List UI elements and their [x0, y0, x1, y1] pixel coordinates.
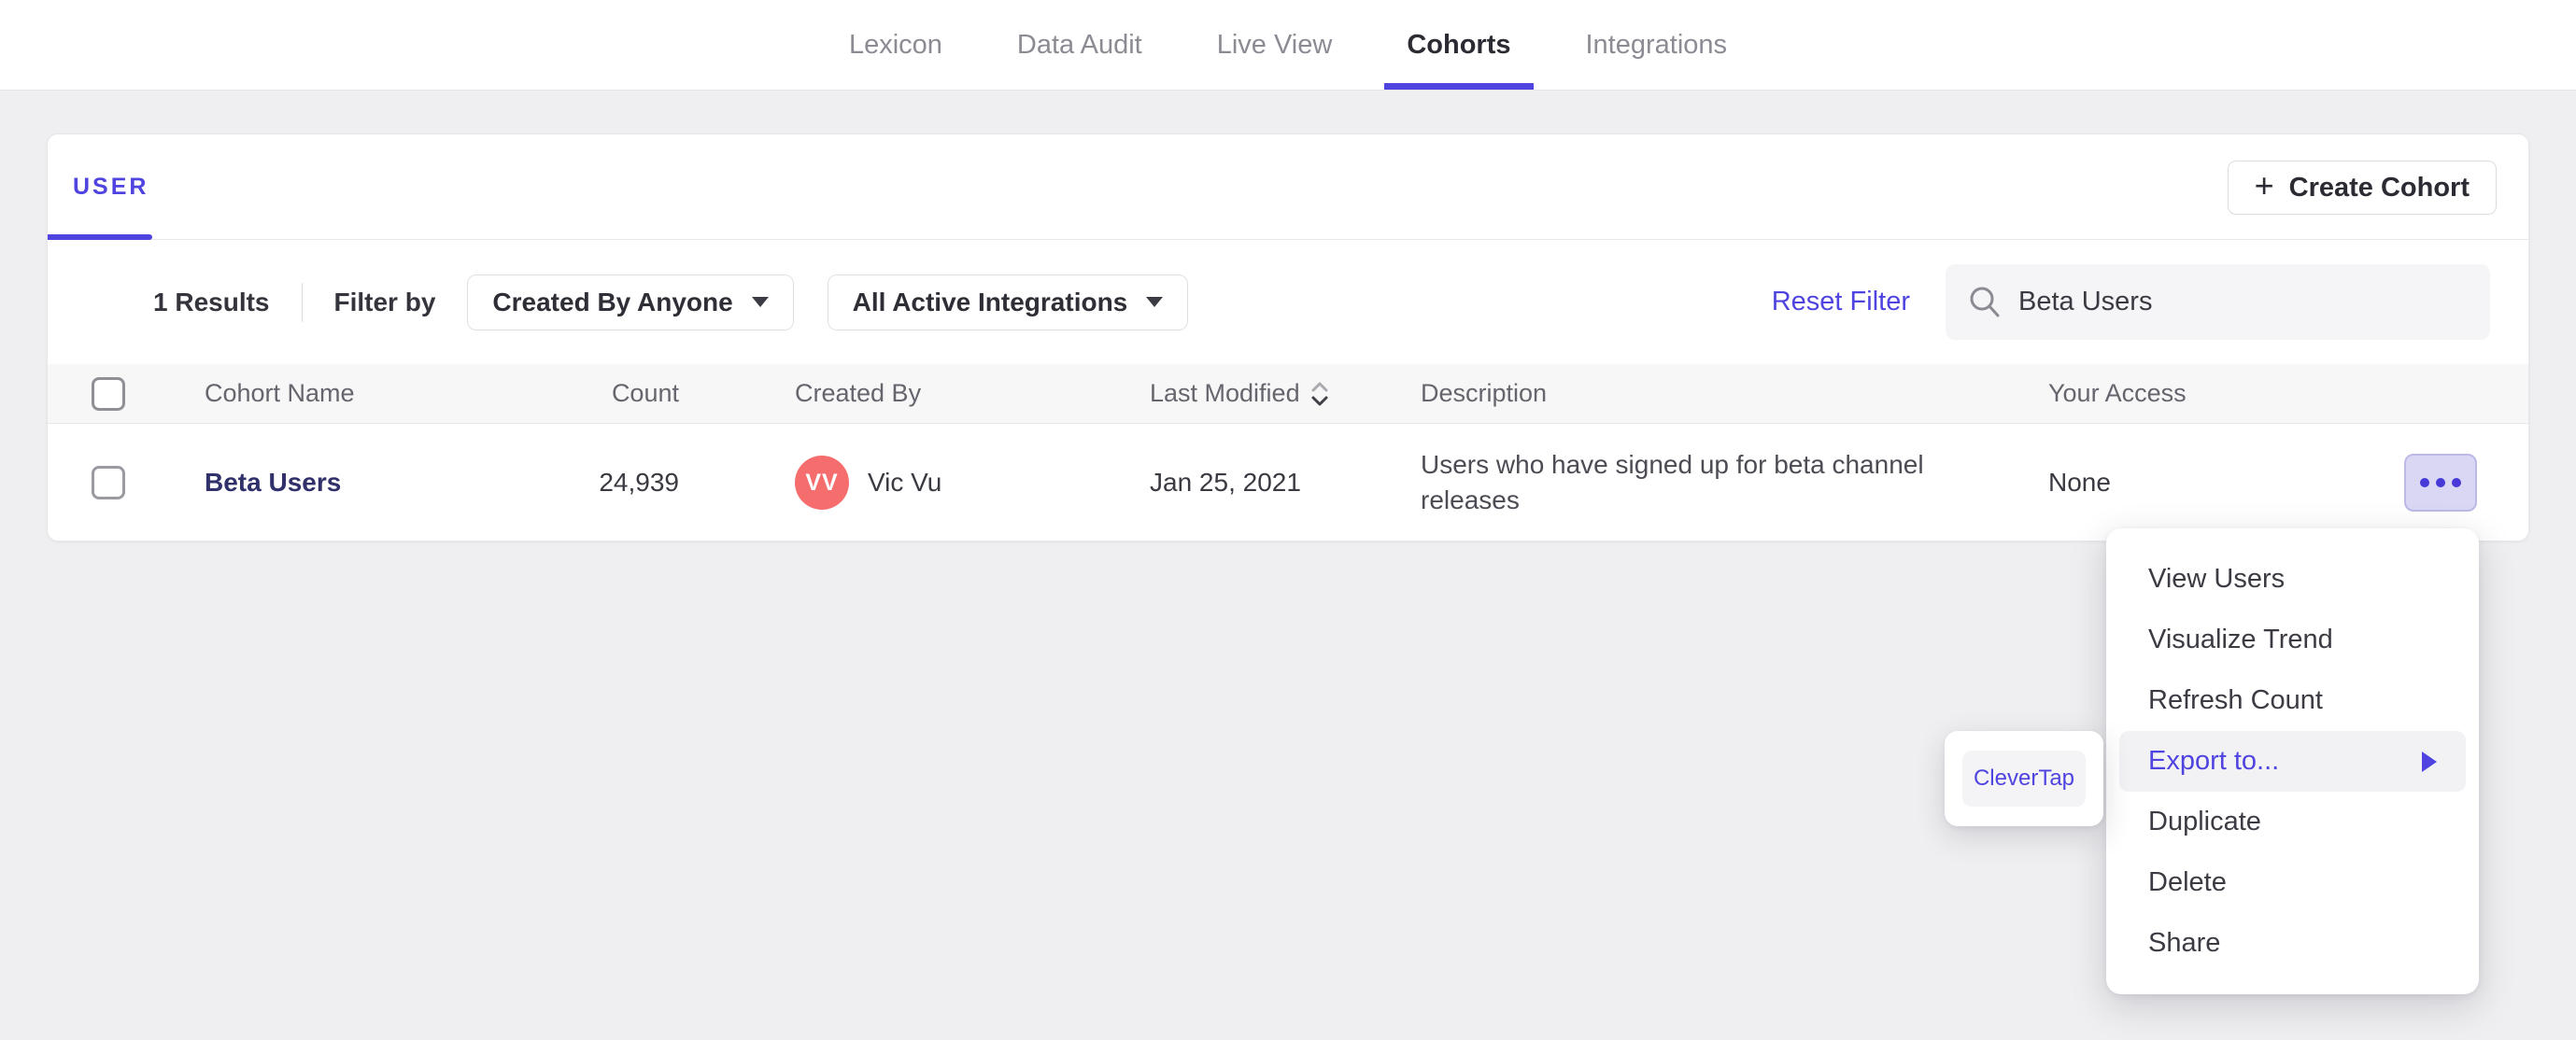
- tab-data-audit[interactable]: Data Audit: [995, 0, 1165, 90]
- cohorts-panel: USER + Create Cohort 1 Results Filter by…: [47, 134, 2529, 541]
- col-header-count: Count: [611, 379, 679, 407]
- menu-item-view-users[interactable]: View Users: [2106, 549, 2479, 610]
- cohort-name-link[interactable]: Beta Users: [205, 468, 341, 497]
- dot-icon: [2452, 478, 2461, 487]
- menu-item-duplicate[interactable]: Duplicate: [2106, 792, 2479, 852]
- col-header-created-by: Created By: [795, 379, 922, 407]
- export-to-label: Export to...: [2148, 746, 2280, 776]
- divider: [301, 282, 303, 322]
- plus-icon: +: [2254, 166, 2274, 204]
- tab-lexicon[interactable]: Lexicon: [827, 0, 965, 90]
- dot-icon: [2436, 478, 2445, 487]
- creator-name: Vic Vu: [868, 468, 942, 497]
- created-by-dropdown[interactable]: Created By Anyone: [467, 274, 794, 330]
- row-actions-menu: View Users Visualize Trend Refresh Count…: [2106, 528, 2479, 994]
- create-cohort-button[interactable]: + Create Cohort: [2227, 161, 2497, 215]
- filter-right-group: Reset Filter: [1772, 264, 2490, 340]
- cohort-description: Users who have signed up for beta channe…: [1421, 450, 1924, 514]
- tab-live-view[interactable]: Live View: [1195, 0, 1355, 90]
- tab-cohorts[interactable]: Cohorts: [1384, 0, 1534, 90]
- created-by-cell: VV Vic Vu: [679, 456, 1150, 510]
- menu-item-refresh-count[interactable]: Refresh Count: [2106, 670, 2479, 731]
- submenu-arrow-icon: [2422, 751, 2437, 772]
- panel-header: USER + Create Cohort: [48, 134, 2528, 240]
- active-tab-underline: [48, 234, 152, 240]
- table-header: Cohort Name Count Created By Last Modifi…: [48, 364, 2528, 424]
- search-box[interactable]: [1946, 264, 2490, 340]
- last-modified-value: Jan 25, 2021: [1150, 468, 1301, 497]
- menu-item-delete[interactable]: Delete: [2106, 852, 2479, 913]
- filter-bar: 1 Results Filter by Created By Anyone Al…: [48, 240, 2528, 364]
- col-header-cohort-name: Cohort Name: [205, 379, 355, 407]
- reset-filter-link[interactable]: Reset Filter: [1772, 287, 1910, 317]
- cohort-count: 24,939: [599, 468, 679, 497]
- avatar: VV: [795, 456, 849, 510]
- menu-item-visualize-trend[interactable]: Visualize Trend: [2106, 610, 2479, 670]
- integrations-value: All Active Integrations: [852, 287, 1128, 316]
- menu-item-export-to[interactable]: Export to...: [2119, 731, 2466, 792]
- sort-icon: [1311, 382, 1328, 405]
- chevron-down-icon: [751, 297, 769, 307]
- row-actions-button[interactable]: [2404, 454, 2477, 512]
- access-value: None: [2048, 468, 2111, 497]
- results-count: 1 Results: [153, 287, 270, 316]
- tab-integrations[interactable]: Integrations: [1564, 0, 1750, 90]
- col-header-your-access: Your Access: [2048, 379, 2187, 407]
- search-input[interactable]: [2018, 287, 2470, 317]
- col-header-description: Description: [1421, 379, 1548, 407]
- last-modified-label: Last Modified: [1150, 379, 1300, 407]
- create-cohort-label: Create Cohort: [2288, 172, 2470, 203]
- tab-user[interactable]: USER: [73, 174, 149, 201]
- filter-by-label: Filter by: [333, 287, 436, 316]
- select-all-checkbox[interactable]: [92, 376, 125, 411]
- search-icon: [1970, 287, 2000, 316]
- integrations-dropdown[interactable]: All Active Integrations: [827, 274, 1189, 330]
- created-by-value: Created By Anyone: [492, 287, 733, 316]
- table-row: Beta Users 24,939 VV Vic Vu Jan 25, 2021…: [48, 424, 2528, 541]
- export-submenu: CleverTap: [1945, 731, 2103, 826]
- col-header-last-modified[interactable]: Last Modified: [1150, 379, 1421, 408]
- dot-icon: [2420, 478, 2429, 487]
- top-navigation: Lexicon Data Audit Live View Cohorts Int…: [0, 0, 2576, 91]
- submenu-item-clevertap[interactable]: CleverTap: [1962, 751, 2086, 807]
- chevron-down-icon: [1146, 297, 1164, 307]
- menu-item-share[interactable]: Share: [2106, 913, 2479, 974]
- row-checkbox[interactable]: [92, 466, 125, 499]
